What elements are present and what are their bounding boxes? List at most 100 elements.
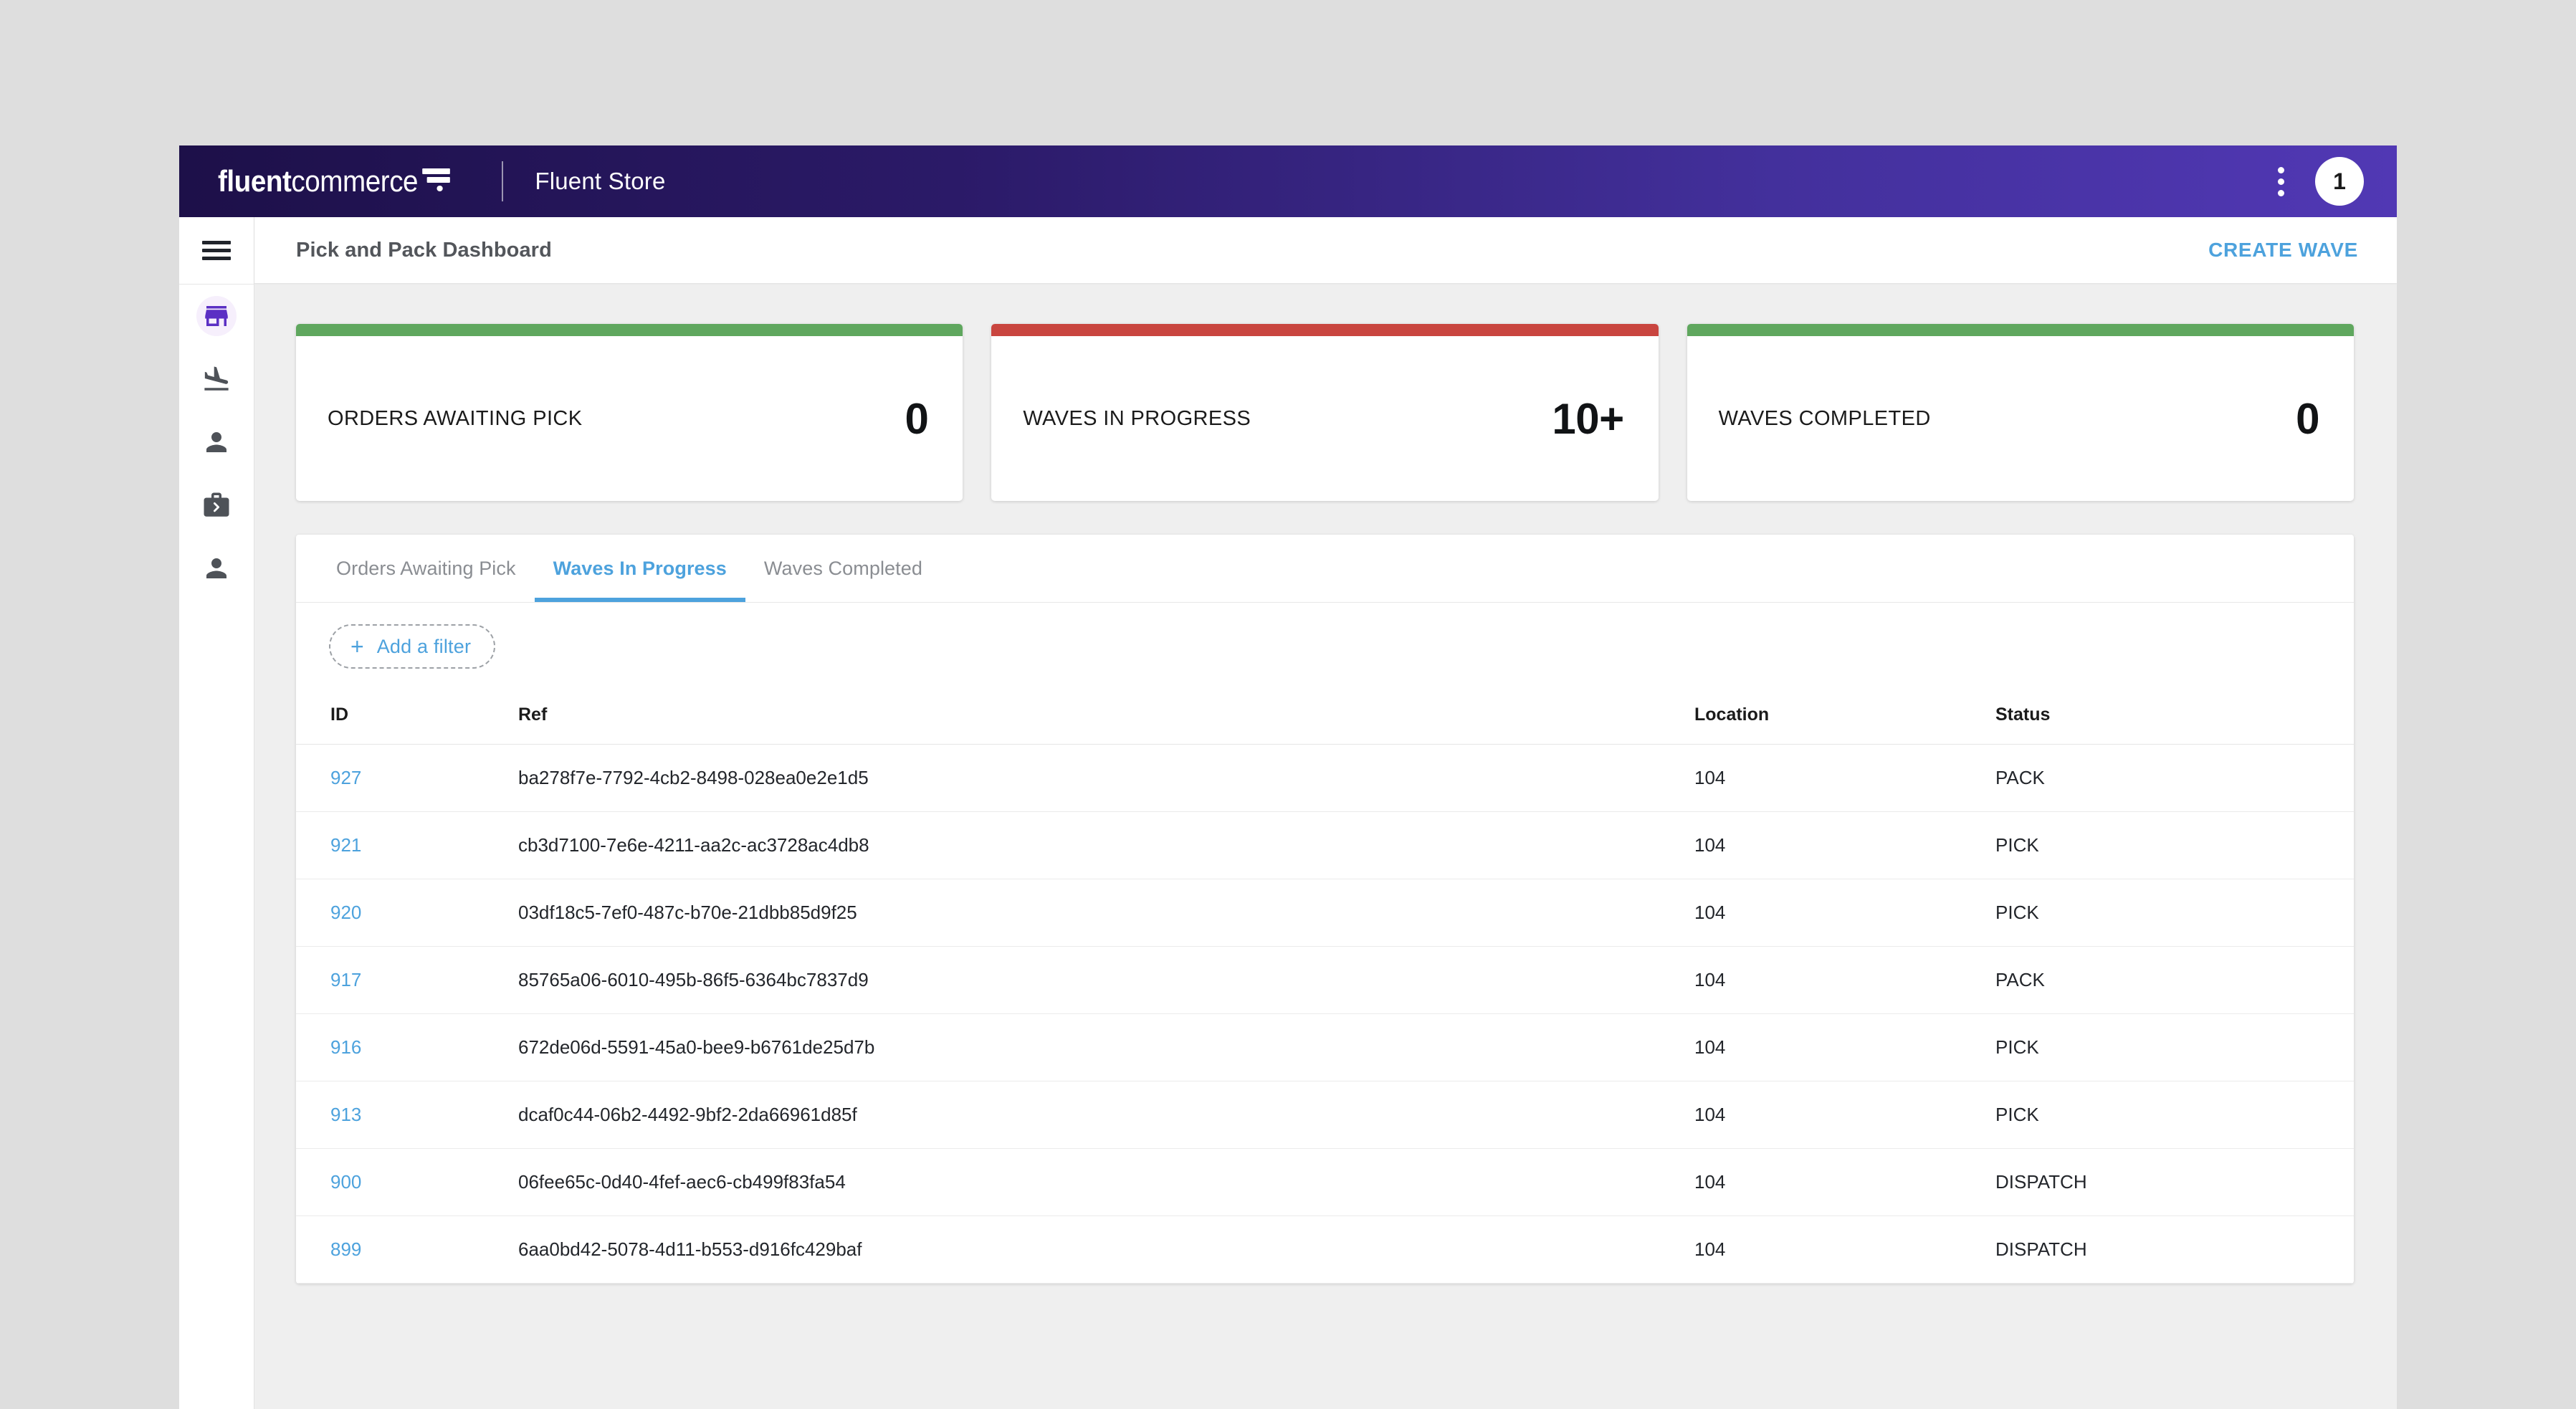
stat-card-value: 0 <box>2296 394 2319 444</box>
wave-id-link[interactable]: 913 <box>330 1104 361 1125</box>
more-vertical-icon[interactable] <box>2268 160 2294 203</box>
wave-id-link[interactable]: 899 <box>330 1238 361 1260</box>
sidebar-item-store[interactable] <box>179 285 254 348</box>
table-header-row: ID Ref Location Status <box>296 689 2354 745</box>
cell-ref: dcaf0c44-06b2-4492-9bf2-2da66961d85f <box>518 1081 1694 1149</box>
main-column: Pick and Pack Dashboard CREATE WAVE ORDE… <box>254 217 2397 1409</box>
cell-ref: 672de06d-5591-45a0-bee9-b6761de25d7b <box>518 1014 1694 1081</box>
sidebar-item-person[interactable] <box>179 411 254 474</box>
stat-card-label: WAVES IN PROGRESS <box>1023 407 1251 431</box>
table-row[interactable]: 917 85765a06-6010-495b-86f5-6364bc7837d91… <box>296 947 2354 1014</box>
cell-id: 913 <box>296 1081 518 1149</box>
table-row[interactable]: 90006fee65c-0d40-4fef-aec6-cb499f83fa541… <box>296 1149 2354 1216</box>
cell-ref: 6aa0bd42-5078-4d11-b553-d916fc429baf <box>518 1216 1694 1284</box>
wave-id-link[interactable]: 917 <box>330 969 361 990</box>
fluent-commerce-logo[interactable]: fluentcommerce <box>218 164 450 199</box>
add-filter-button[interactable]: + Add a filter <box>329 624 495 669</box>
cell-id: 916 <box>296 1014 518 1081</box>
cell-location: 104 <box>1694 879 1995 947</box>
stat-card-orders-awaiting-pick: ORDERS AWAITING PICK 0 <box>296 324 963 501</box>
cell-status: DISPATCH <box>1995 1216 2354 1284</box>
wave-id-link[interactable]: 920 <box>330 902 361 923</box>
table-header: ID Ref Location Status <box>296 689 2354 745</box>
top-app-bar: fluentcommerce Fluent Store 1 <box>179 145 2397 217</box>
cell-location: 104 <box>1694 1216 1995 1284</box>
table-row[interactable]: 927 ba278f7e-7792-4cb2-8498-028ea0e2e1d51… <box>296 745 2354 812</box>
cell-ref: 85765a06-6010-495b-86f5-6364bc7837d9 <box>518 947 1694 1014</box>
content-scroll-area[interactable]: ORDERS AWAITING PICK 0 WAVES IN PROGRESS… <box>254 283 2397 1409</box>
cell-ref: cb3d7100-7e6e-4211-aa2c-ac3728ac4db8 <box>518 812 1694 879</box>
cell-location: 104 <box>1694 947 1995 1014</box>
flight-land-icon <box>196 359 237 399</box>
cell-status: PICK <box>1995 812 2354 879</box>
add-filter-label: Add a filter <box>377 636 471 658</box>
page-title: Pick and Pack Dashboard <box>296 239 552 262</box>
cell-id: 899 <box>296 1216 518 1284</box>
cell-location: 104 <box>1694 745 1995 812</box>
person-icon <box>196 548 237 588</box>
stat-card-waves-completed: WAVES COMPLETED 0 <box>1687 324 2354 501</box>
sidebar-item-flight-land[interactable] <box>179 348 254 411</box>
plus-icon: + <box>350 635 364 658</box>
column-header-location[interactable]: Location <box>1694 689 1995 745</box>
create-wave-button[interactable]: CREATE WAVE <box>2204 231 2362 269</box>
waves-table: ID Ref Location Status 927 ba278f7e-7792-… <box>296 689 2354 1284</box>
brand-divider <box>502 161 503 201</box>
table-row[interactable]: 913 dcaf0c44-06b2-4492-9bf2-2da66961d85f1… <box>296 1081 2354 1149</box>
tab-orders-awaiting-pick[interactable]: Orders Awaiting Pick <box>318 535 535 602</box>
cell-status: PICK <box>1995 1081 2354 1149</box>
application-window: fluentcommerce Fluent Store 1 <box>179 145 2397 1409</box>
store-name-label: Fluent Store <box>535 168 665 195</box>
stat-card-waves-in-progress: WAVES IN PROGRESS 10+ <box>991 324 1658 501</box>
table-row[interactable]: 921 cb3d7100-7e6e-4211-aa2c-ac3728ac4db81… <box>296 812 2354 879</box>
page-header: Pick and Pack Dashboard CREATE WAVE <box>254 217 2397 283</box>
cell-location: 104 <box>1694 812 1995 879</box>
stat-card-row: ORDERS AWAITING PICK 0 WAVES IN PROGRESS… <box>296 324 2354 501</box>
wave-id-link[interactable]: 916 <box>330 1036 361 1058</box>
tab-bar: Orders Awaiting Pick Waves In Progress W… <box>296 535 2354 603</box>
wave-id-link[interactable]: 927 <box>330 767 361 788</box>
fluent-logo-mark-icon <box>423 166 451 190</box>
cell-id: 917 <box>296 947 518 1014</box>
person-icon <box>196 422 237 462</box>
table-row[interactable]: 920 03df18c5-7ef0-487c-b70e-21dbb85d9f251… <box>296 879 2354 947</box>
cell-id: 927 <box>296 745 518 812</box>
brand-group: fluentcommerce Fluent Store <box>218 161 666 201</box>
cell-location: 104 <box>1694 1081 1995 1149</box>
tab-waves-in-progress[interactable]: Waves In Progress <box>535 535 745 602</box>
table-row[interactable]: 916 672de06d-5591-45a0-bee9-b6761de25d7b1… <box>296 1014 2354 1081</box>
stat-card-label: WAVES COMPLETED <box>1719 407 1931 431</box>
filter-bar: + Add a filter <box>296 603 2354 689</box>
stat-card-value: 0 <box>905 394 928 444</box>
cell-ref: 03df18c5-7ef0-487c-b70e-21dbb85d9f25 <box>518 879 1694 947</box>
cell-location: 104 <box>1694 1149 1995 1216</box>
body-split: Pick and Pack Dashboard CREATE WAVE ORDE… <box>179 217 2397 1409</box>
cell-id: 920 <box>296 879 518 947</box>
cell-status: PACK <box>1995 745 2354 812</box>
cell-ref: ba278f7e-7792-4cb2-8498-028ea0e2e1d5 <box>518 745 1694 812</box>
status-accent-bar <box>991 324 1658 336</box>
cell-status: PICK <box>1995 879 2354 947</box>
work-chevron-icon <box>196 485 237 525</box>
cell-location: 104 <box>1694 1014 1995 1081</box>
stat-card-value: 10+ <box>1552 394 1623 444</box>
sidebar-item-person-2[interactable] <box>179 537 254 600</box>
tab-waves-completed[interactable]: Waves Completed <box>745 535 941 602</box>
cell-status: PICK <box>1995 1014 2354 1081</box>
table-row[interactable]: 899 6aa0bd42-5078-4d11-b553-d916fc429baf1… <box>296 1216 2354 1284</box>
column-header-status[interactable]: Status <box>1995 689 2354 745</box>
brand-name-light: commerce <box>291 164 418 199</box>
wave-id-link[interactable]: 921 <box>330 834 361 856</box>
cell-id: 900 <box>296 1149 518 1216</box>
store-icon <box>196 296 237 336</box>
column-header-ref[interactable]: Ref <box>518 689 1694 745</box>
hamburger-menu-icon[interactable] <box>179 217 254 285</box>
status-accent-bar <box>1687 324 2354 336</box>
wave-id-link[interactable]: 900 <box>330 1171 361 1193</box>
column-header-id[interactable]: ID <box>296 689 518 745</box>
avatar[interactable]: 1 <box>2315 157 2364 206</box>
stat-card-label: ORDERS AWAITING PICK <box>328 407 583 431</box>
cell-status: PACK <box>1995 947 2354 1014</box>
sidebar-item-work[interactable] <box>179 474 254 537</box>
left-navigation-rail <box>179 217 254 1409</box>
